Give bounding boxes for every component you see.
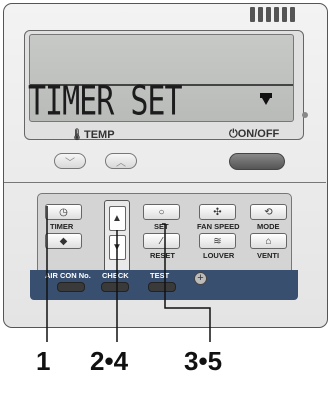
- callout-step-3-5: 3•5: [184, 346, 223, 376]
- callout-step-1: 1: [36, 346, 51, 376]
- callout-lines: [46, 206, 211, 342]
- callout-step-2-4: 2•4: [90, 346, 129, 376]
